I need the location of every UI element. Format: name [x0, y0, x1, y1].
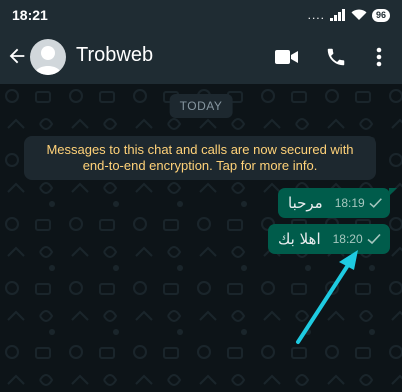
bubble-tail [389, 188, 397, 196]
outgoing-message[interactable]: اهلا بك 18:20 [268, 224, 390, 254]
wifi-icon [351, 9, 367, 20]
more-vert-icon [376, 47, 382, 67]
default-avatar-icon [34, 46, 62, 75]
phone-icon [327, 48, 345, 66]
chat-header: Trobweb [0, 30, 402, 84]
voice-call-button[interactable] [323, 44, 349, 70]
outgoing-message[interactable]: مرحبا 18:19 [278, 188, 397, 218]
message-time: 18:20 [332, 232, 363, 246]
video-call-button[interactable] [274, 44, 300, 70]
signal-icon [329, 9, 345, 21]
avatar[interactable] [30, 39, 66, 75]
date-chip: TODAY [169, 94, 233, 118]
message-text: مرحبا [288, 194, 323, 212]
video-call-icon [275, 50, 298, 64]
battery-icon: 96 [371, 8, 390, 22]
encryption-notice-text: Messages to this chat and calls are now … [46, 142, 354, 173]
back-arrow-icon[interactable] [6, 45, 28, 67]
message-text: اهلا بك [278, 230, 321, 248]
sent-check-icon [367, 233, 381, 245]
encryption-notice[interactable]: Messages to this chat and calls are now … [24, 136, 376, 180]
sent-check-icon [369, 198, 382, 208]
contact-name[interactable]: Trobweb [76, 44, 153, 67]
status-icons: .... 96 [308, 8, 390, 22]
status-time: 18:21 [12, 7, 48, 23]
chat-area[interactable]: TODAY Messages to this chat and calls ar… [0, 84, 402, 392]
more-options-button[interactable] [366, 44, 392, 70]
status-bar: 18:21 .... 96 [0, 0, 402, 30]
message-time: 18:19 [334, 196, 365, 210]
notification-dots: .... [307, 8, 325, 22]
